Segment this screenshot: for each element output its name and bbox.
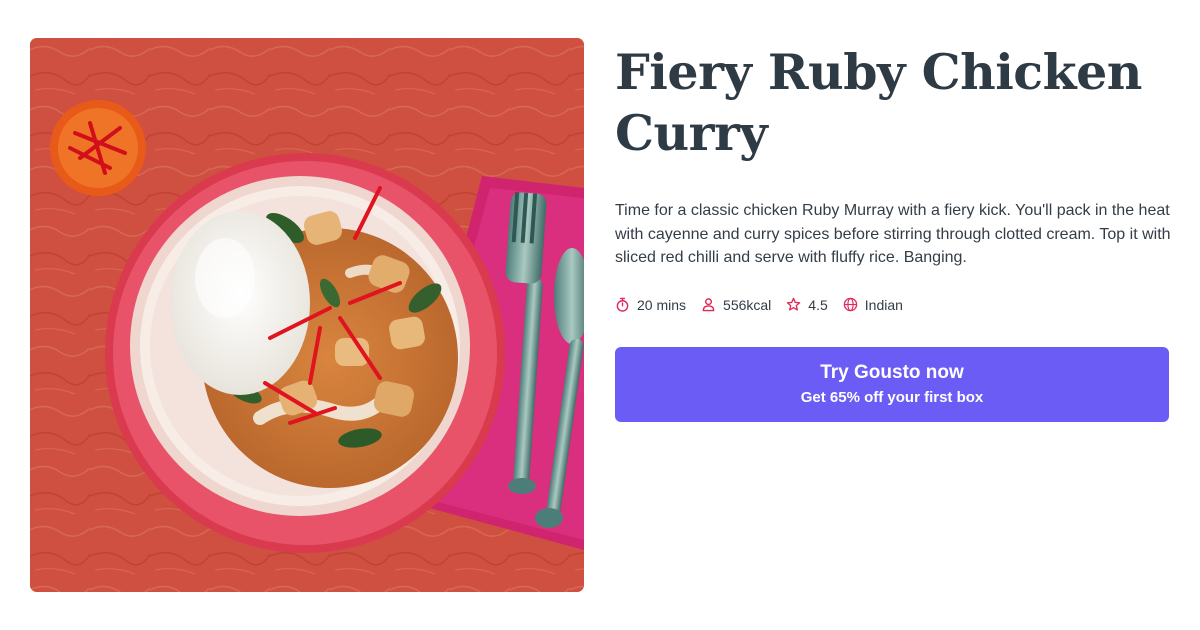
recipe-details: Fiery Ruby Chicken Curry Time for a clas… xyxy=(615,42,1171,313)
meta-time: 20 mins xyxy=(615,297,686,313)
person-icon xyxy=(702,298,715,312)
recipe-title: Fiery Ruby Chicken Curry xyxy=(615,43,1142,162)
meta-rating: 4.5 xyxy=(786,296,828,313)
recipe-meta: 20 mins 556kcal 4.5 Indian xyxy=(615,297,1171,313)
meta-calories: 556kcal xyxy=(701,297,771,313)
globe-icon xyxy=(843,297,858,312)
cta-subtitle: Get 65% off your first box xyxy=(800,389,984,406)
meta-rating-text: 4.5 xyxy=(808,296,828,313)
meta-cuisine-text: Indian xyxy=(864,296,903,313)
stopwatch-icon xyxy=(616,297,629,312)
recipe-photo xyxy=(30,38,584,592)
meta-time-text: 20 mins xyxy=(637,296,687,313)
try-gousto-button[interactable]: Try Gousto now Get 65% off your first bo… xyxy=(615,347,1169,422)
meta-cuisine: Indian xyxy=(843,297,903,313)
recipe-description: Time for a classic chicken Ruby Murray w… xyxy=(615,202,1171,266)
meta-calories-text: 556kcal xyxy=(723,296,772,313)
cta-title: Try Gousto now xyxy=(820,362,964,383)
star-icon xyxy=(787,297,801,311)
